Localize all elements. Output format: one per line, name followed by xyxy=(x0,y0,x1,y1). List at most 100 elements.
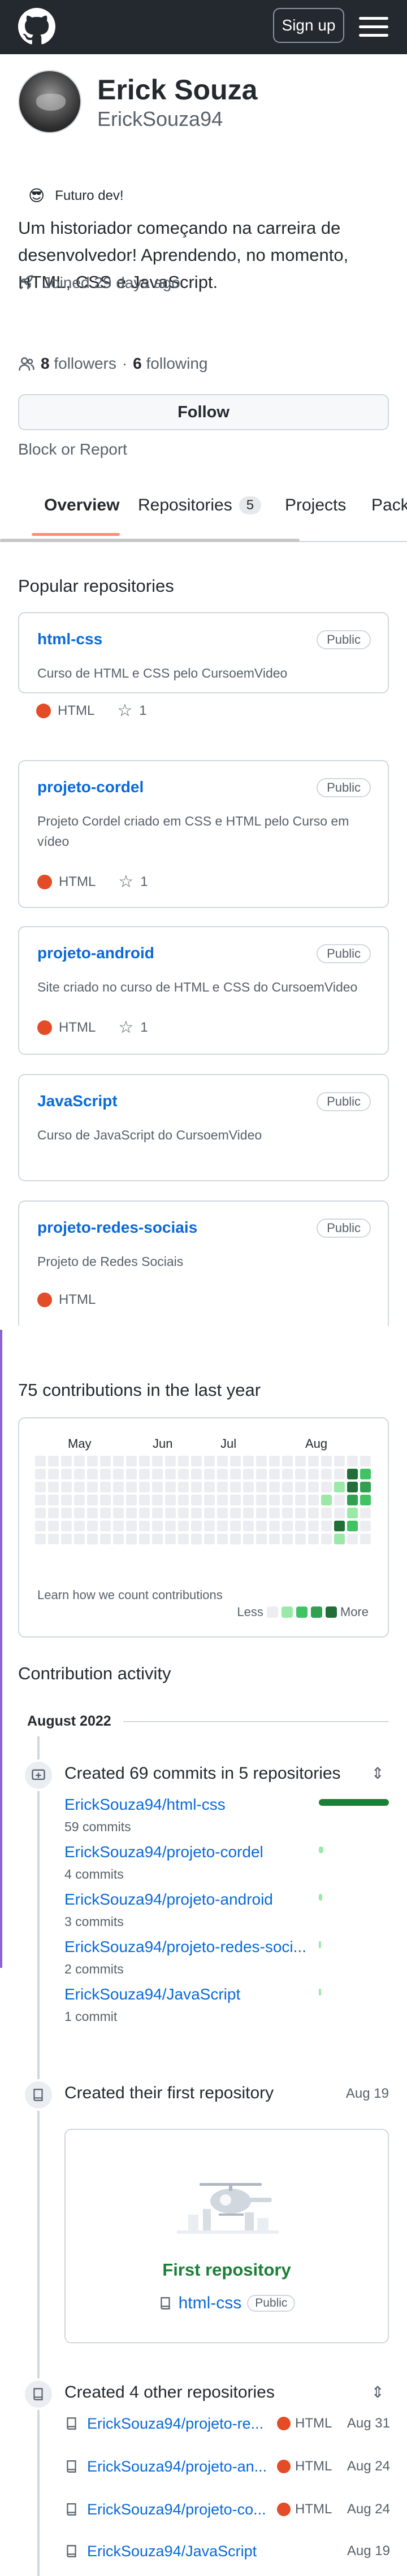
contribution-day-cell[interactable] xyxy=(217,1508,228,1518)
contribution-day-cell[interactable] xyxy=(256,1495,267,1505)
contribution-day-cell[interactable] xyxy=(269,1482,280,1492)
contribution-day-cell[interactable] xyxy=(308,1495,319,1505)
repo-stars[interactable]: 1 xyxy=(140,1020,148,1036)
contribution-day-cell[interactable] xyxy=(230,1521,241,1531)
contribution-day-cell[interactable] xyxy=(61,1482,72,1492)
contribution-day-cell[interactable] xyxy=(74,1534,85,1544)
contribution-day-cell[interactable] xyxy=(165,1469,176,1479)
repo-link[interactable]: projeto-android xyxy=(37,944,154,962)
tab-overview[interactable]: Overview xyxy=(44,496,119,515)
contribution-day-cell[interactable] xyxy=(126,1534,137,1544)
contribution-day-cell[interactable] xyxy=(243,1534,254,1544)
contribution-day-cell[interactable] xyxy=(204,1508,215,1518)
commit-repo-link[interactable]: ErickSouza94/html-css xyxy=(64,1796,226,1814)
tab-repositories[interactable]: Repositories 5 xyxy=(138,496,262,515)
contribution-day-cell[interactable] xyxy=(230,1482,241,1492)
contribution-day-cell[interactable] xyxy=(282,1469,293,1479)
contribution-day-cell[interactable] xyxy=(61,1521,72,1531)
contribution-day-cell[interactable] xyxy=(35,1469,46,1479)
contribution-day-cell[interactable] xyxy=(243,1482,254,1492)
contribution-day-cell[interactable] xyxy=(269,1469,280,1479)
contribution-day-cell[interactable] xyxy=(35,1521,46,1531)
avatar[interactable] xyxy=(18,70,81,133)
contribution-day-cell[interactable] xyxy=(204,1534,215,1544)
contribution-day-cell[interactable] xyxy=(152,1508,163,1518)
contribution-day-cell[interactable] xyxy=(230,1469,241,1479)
contribution-day-cell[interactable] xyxy=(74,1521,85,1531)
contribution-day-cell[interactable] xyxy=(321,1469,332,1479)
contribution-day-cell[interactable] xyxy=(360,1495,371,1505)
contribution-day-cell[interactable] xyxy=(204,1495,215,1505)
contribution-day-cell[interactable] xyxy=(295,1508,306,1518)
star-icon[interactable]: ☆ xyxy=(117,701,132,721)
other-repo-link[interactable]: ErickSouza94/projeto-an... xyxy=(87,2458,274,2475)
contribution-day-cell[interactable] xyxy=(35,1482,46,1492)
contribution-day-cell[interactable] xyxy=(191,1495,202,1505)
contribution-day-cell[interactable] xyxy=(178,1469,189,1479)
contribution-day-cell[interactable] xyxy=(113,1456,124,1466)
contribution-day-cell[interactable] xyxy=(191,1534,202,1544)
commit-count[interactable]: 4 commits xyxy=(64,1867,124,1882)
contribution-day-cell[interactable] xyxy=(217,1482,228,1492)
contribution-day-cell[interactable] xyxy=(347,1495,358,1505)
contribution-day-cell[interactable] xyxy=(178,1482,189,1492)
contribution-day-cell[interactable] xyxy=(165,1495,176,1505)
contribution-day-cell[interactable] xyxy=(204,1482,215,1492)
contribution-day-cell[interactable] xyxy=(282,1456,293,1466)
fold-icon[interactable]: ⇕ xyxy=(371,1764,384,1783)
contribution-day-cell[interactable] xyxy=(48,1521,59,1531)
commit-repo-link[interactable]: ErickSouza94/projeto-redes-soci... xyxy=(64,1938,306,1956)
repo-stars[interactable]: 1 xyxy=(140,874,148,890)
contribution-day-cell[interactable] xyxy=(191,1469,202,1479)
contribution-day-cell[interactable] xyxy=(269,1508,280,1518)
contribution-day-cell[interactable] xyxy=(295,1495,306,1505)
contribution-day-cell[interactable] xyxy=(204,1469,215,1479)
contribution-day-cell[interactable] xyxy=(126,1482,137,1492)
contribution-day-cell[interactable] xyxy=(295,1456,306,1466)
contribution-day-cell[interactable] xyxy=(100,1508,111,1518)
contribution-day-cell[interactable] xyxy=(334,1521,345,1531)
contribution-day-cell[interactable] xyxy=(321,1508,332,1518)
contribution-day-cell[interactable] xyxy=(113,1521,124,1531)
contribution-day-cell[interactable] xyxy=(334,1508,345,1518)
contribution-day-cell[interactable] xyxy=(230,1508,241,1518)
contribution-day-cell[interactable] xyxy=(308,1482,319,1492)
contribution-day-cell[interactable] xyxy=(282,1508,293,1518)
contribution-day-cell[interactable] xyxy=(256,1534,267,1544)
contribution-day-cell[interactable] xyxy=(243,1521,254,1531)
contribution-day-cell[interactable] xyxy=(321,1482,332,1492)
contribution-day-cell[interactable] xyxy=(165,1482,176,1492)
contribution-day-cell[interactable] xyxy=(35,1508,46,1518)
contribution-day-cell[interactable] xyxy=(152,1495,163,1505)
contribution-day-cell[interactable] xyxy=(126,1456,137,1466)
contribution-day-cell[interactable] xyxy=(165,1456,176,1466)
tabs-scrollbar[interactable] xyxy=(0,539,300,542)
tab-packages[interactable]: Packa xyxy=(371,496,407,515)
contribution-day-cell[interactable] xyxy=(178,1534,189,1544)
contribution-day-cell[interactable] xyxy=(126,1508,137,1518)
contribution-day-cell[interactable] xyxy=(243,1456,254,1466)
contribution-day-cell[interactable] xyxy=(321,1534,332,1544)
contribution-day-cell[interactable] xyxy=(360,1534,371,1544)
contribution-day-cell[interactable] xyxy=(100,1456,111,1466)
contribution-day-cell[interactable] xyxy=(308,1469,319,1479)
contribution-day-cell[interactable] xyxy=(87,1456,98,1466)
contribution-day-cell[interactable] xyxy=(100,1534,111,1544)
contribution-day-cell[interactable] xyxy=(61,1534,72,1544)
contribution-day-cell[interactable] xyxy=(217,1534,228,1544)
contribution-day-cell[interactable] xyxy=(35,1456,46,1466)
repo-stars[interactable]: 1 xyxy=(139,703,146,719)
contribution-day-cell[interactable] xyxy=(48,1508,59,1518)
contribution-day-cell[interactable] xyxy=(113,1482,124,1492)
contribution-day-cell[interactable] xyxy=(139,1469,150,1479)
contribution-day-cell[interactable] xyxy=(113,1469,124,1479)
contribution-day-cell[interactable] xyxy=(178,1495,189,1505)
contribution-day-cell[interactable] xyxy=(347,1456,358,1466)
contribution-day-cell[interactable] xyxy=(74,1469,85,1479)
commit-repo-link[interactable]: ErickSouza94/projeto-cordel xyxy=(64,1843,263,1861)
learn-how-link[interactable]: Learn how we count contributions xyxy=(37,1588,223,1603)
contribution-day-cell[interactable] xyxy=(100,1495,111,1505)
commit-count[interactable]: 1 commit xyxy=(64,2009,117,2024)
contribution-day-cell[interactable] xyxy=(191,1521,202,1531)
contribution-day-cell[interactable] xyxy=(87,1534,98,1544)
